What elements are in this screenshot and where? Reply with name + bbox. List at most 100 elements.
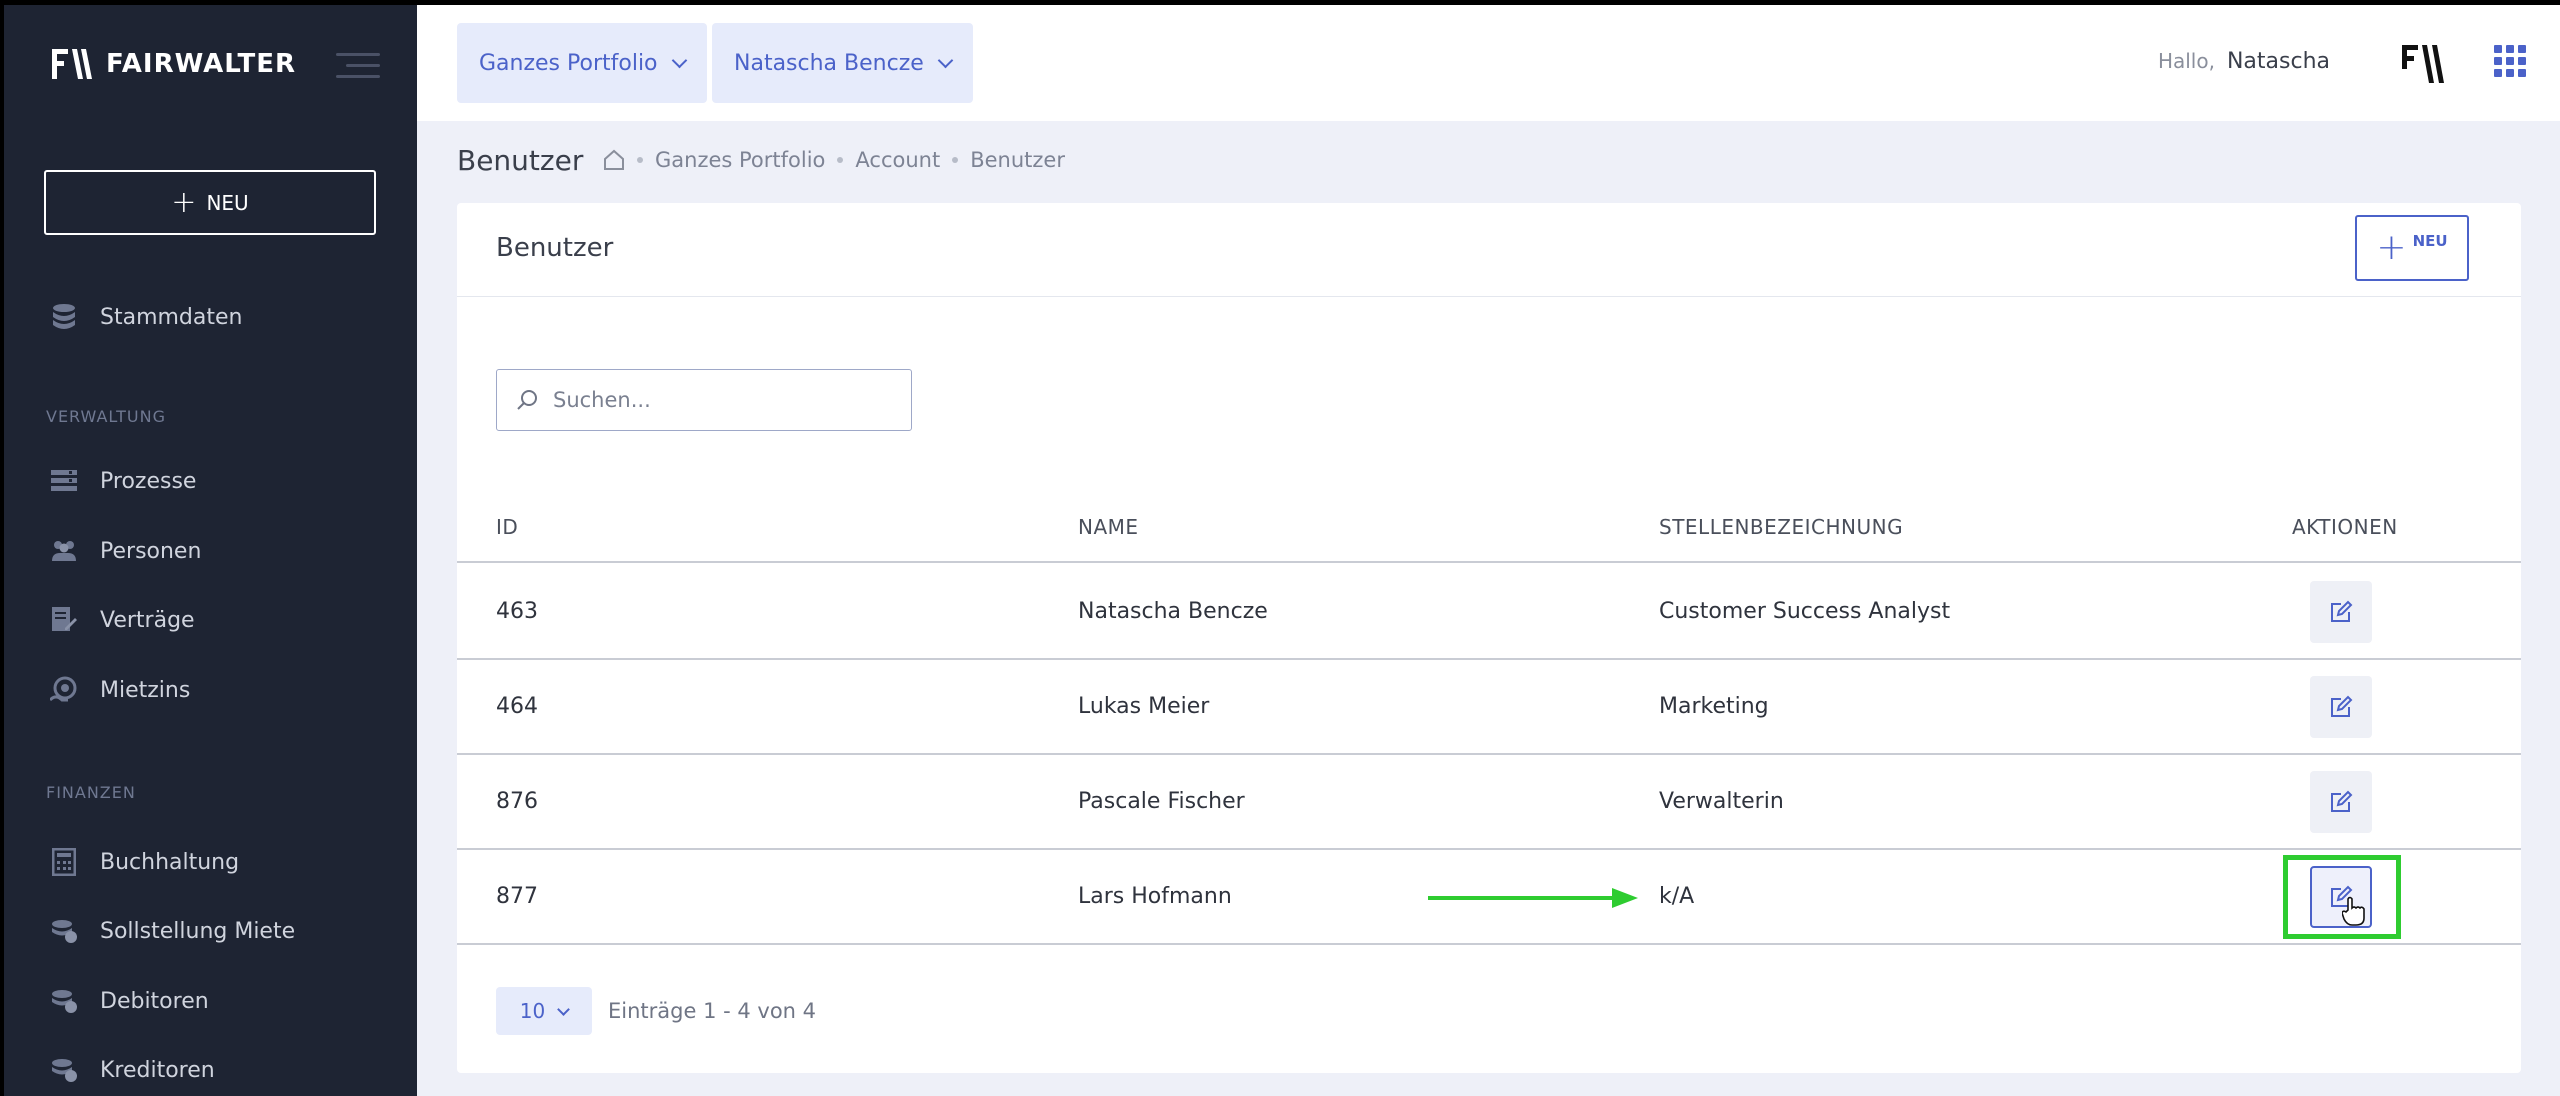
portfolio-select[interactable]: Ganzes Portfolio (457, 23, 707, 103)
portfolio-select-value: Ganzes Portfolio (479, 50, 658, 76)
header: Ganzes Portfolio Natascha Bencze Hallo, … (417, 5, 2560, 121)
coins-icon (50, 987, 78, 1015)
sidebar-item-debitoren[interactable]: Debitoren (50, 987, 209, 1015)
table-row: 463 Natascha Bencze Customer Success Ana… (457, 565, 2521, 660)
annotation-arrow-icon (1428, 888, 1638, 908)
cell-job-title: Verwalterin (1659, 789, 1784, 814)
hand-cursor-icon (2342, 896, 2365, 926)
sidebar-item-stammdaten[interactable]: Stammdaten (50, 303, 242, 331)
page-title: Benutzer (457, 144, 584, 177)
sidebar-item-label: Sollstellung Miete (100, 918, 296, 944)
sidebar-item-vertraege[interactable]: Verträge (50, 606, 195, 634)
table-header: ID NAME STELLENBEZEICHNUNG AKTIONEN (457, 499, 2521, 563)
card-title: Benutzer (496, 233, 614, 263)
section-finanzen: FINANZEN (46, 783, 136, 802)
table-row: 464 Lukas Meier Marketing (457, 660, 2521, 755)
fairwalter-logo-icon (52, 49, 92, 79)
sidebar-item-mietzins[interactable]: Mietzins (50, 676, 190, 704)
edit-button[interactable] (2310, 866, 2372, 928)
page-size-value: 10 (519, 999, 546, 1023)
sidebar-item-personen[interactable]: Personen (50, 537, 201, 565)
coins-icon (50, 1056, 78, 1084)
coins-icon (50, 917, 78, 945)
logo[interactable]: FAIRWALTER (50, 47, 296, 81)
breadcrumb-item[interactable]: Ganzes Portfolio (655, 148, 825, 172)
search-icon (517, 390, 537, 410)
contract-icon (50, 606, 78, 634)
user-select-value: Natascha Bencze (734, 50, 924, 76)
sidebar-item-sollstellung-miete[interactable]: Sollstellung Miete (50, 917, 295, 945)
page-size-select[interactable]: 10 (496, 987, 592, 1035)
breadcrumb-separator (637, 157, 643, 163)
plus-icon: + (171, 184, 197, 220)
sidebar-item-label: Stammdaten (100, 304, 243, 330)
new-button-label: NEU (206, 190, 249, 215)
breadcrumb: Ganzes Portfolio Account Benutzer (603, 148, 1065, 172)
edit-icon (2331, 695, 2353, 717)
edit-button[interactable] (2310, 581, 2372, 643)
people-icon (50, 537, 78, 565)
greeting-text: Hallo, (2157, 49, 2215, 73)
users-card: Benutzer + NEU ID NAME STELLENBEZEICHNUN… (457, 203, 2521, 1073)
column-header-name[interactable]: NAME (1078, 515, 1139, 539)
edit-icon (2331, 600, 2353, 622)
edit-button[interactable] (2310, 676, 2372, 738)
section-verwaltung: VERWALTUNG (46, 407, 166, 426)
cell-id: 877 (496, 884, 538, 909)
user-select[interactable]: Natascha Bencze (712, 23, 973, 103)
search-input[interactable] (553, 388, 893, 412)
search-field[interactable] (496, 369, 912, 431)
sidebar-item-label: Verträge (100, 607, 195, 633)
cell-job-title: k/A (1659, 884, 1695, 909)
breadcrumb-item[interactable]: Account (855, 148, 940, 172)
column-header-title[interactable]: STELLENBEZEICHNUNG (1659, 515, 1903, 539)
greeting: Hallo, Natascha (2158, 49, 2330, 74)
current-user-name: Natascha (2226, 49, 2330, 74)
app: FAIRWALTER + NEU Stammdaten VERWALTUNG P… (0, 0, 2560, 1096)
calculator-icon (50, 848, 78, 876)
sidebar: FAIRWALTER + NEU Stammdaten VERWALTUNG P… (4, 5, 417, 1096)
table-footer: 10 Einträge 1 - 4 von 4 (496, 987, 816, 1035)
cell-name: Lars Hofmann (1078, 884, 1232, 909)
column-header-actions: AKTIONEN (2292, 515, 2398, 539)
sidebar-item-kreditoren[interactable]: Kreditoren (50, 1056, 215, 1084)
plus-icon: + (2376, 227, 2407, 268)
home-icon[interactable] (603, 149, 625, 171)
rent-icon (50, 676, 78, 704)
chevron-down-icon (557, 1002, 571, 1016)
sidebar-item-buchhaltung[interactable]: Buchhaltung (50, 848, 239, 876)
database-icon (50, 303, 78, 331)
chevron-down-icon (937, 52, 954, 68)
cell-name: Lukas Meier (1078, 694, 1210, 719)
breadcrumb-item: Benutzer (970, 148, 1065, 172)
avatar[interactable] (2400, 43, 2450, 85)
new-button[interactable]: + NEU (44, 170, 376, 235)
cell-id: 464 (496, 694, 538, 719)
sidebar-item-label: Mietzins (100, 677, 191, 703)
menu-toggle-icon[interactable] (336, 53, 380, 83)
sidebar-item-label: Debitoren (100, 988, 209, 1014)
cell-id: 876 (496, 789, 538, 814)
column-header-id[interactable]: ID (496, 515, 518, 539)
add-user-button[interactable]: + NEU (2355, 215, 2469, 281)
card-header: Benutzer + NEU (457, 203, 2521, 297)
cell-id: 463 (496, 599, 538, 624)
breadcrumb-separator (837, 157, 844, 163)
edit-icon (2331, 790, 2353, 812)
chevron-down-icon (671, 52, 687, 68)
sidebar-item-prozesse[interactable]: Prozesse (50, 467, 196, 495)
edit-button[interactable] (2310, 771, 2372, 833)
brand-name: FAIRWALTER (106, 49, 297, 79)
table-row: 877 Lars Hofmann k/A (457, 850, 2521, 945)
breadcrumb-separator (952, 157, 959, 163)
sidebar-item-label: Prozesse (100, 468, 197, 494)
apps-grid-icon[interactable] (2494, 45, 2526, 77)
sidebar-item-label: Personen (100, 538, 202, 564)
cell-name: Pascale Fischer (1078, 789, 1245, 814)
table-row: 876 Pascale Fischer Verwalterin (457, 755, 2521, 850)
entries-count: Einträge 1 - 4 von 4 (608, 999, 817, 1023)
sidebar-item-label: Buchhaltung (100, 849, 240, 875)
process-icon (50, 467, 78, 495)
cell-job-title: Customer Success Analyst (1659, 599, 1951, 624)
add-user-button-label: NEU (2412, 232, 2448, 250)
